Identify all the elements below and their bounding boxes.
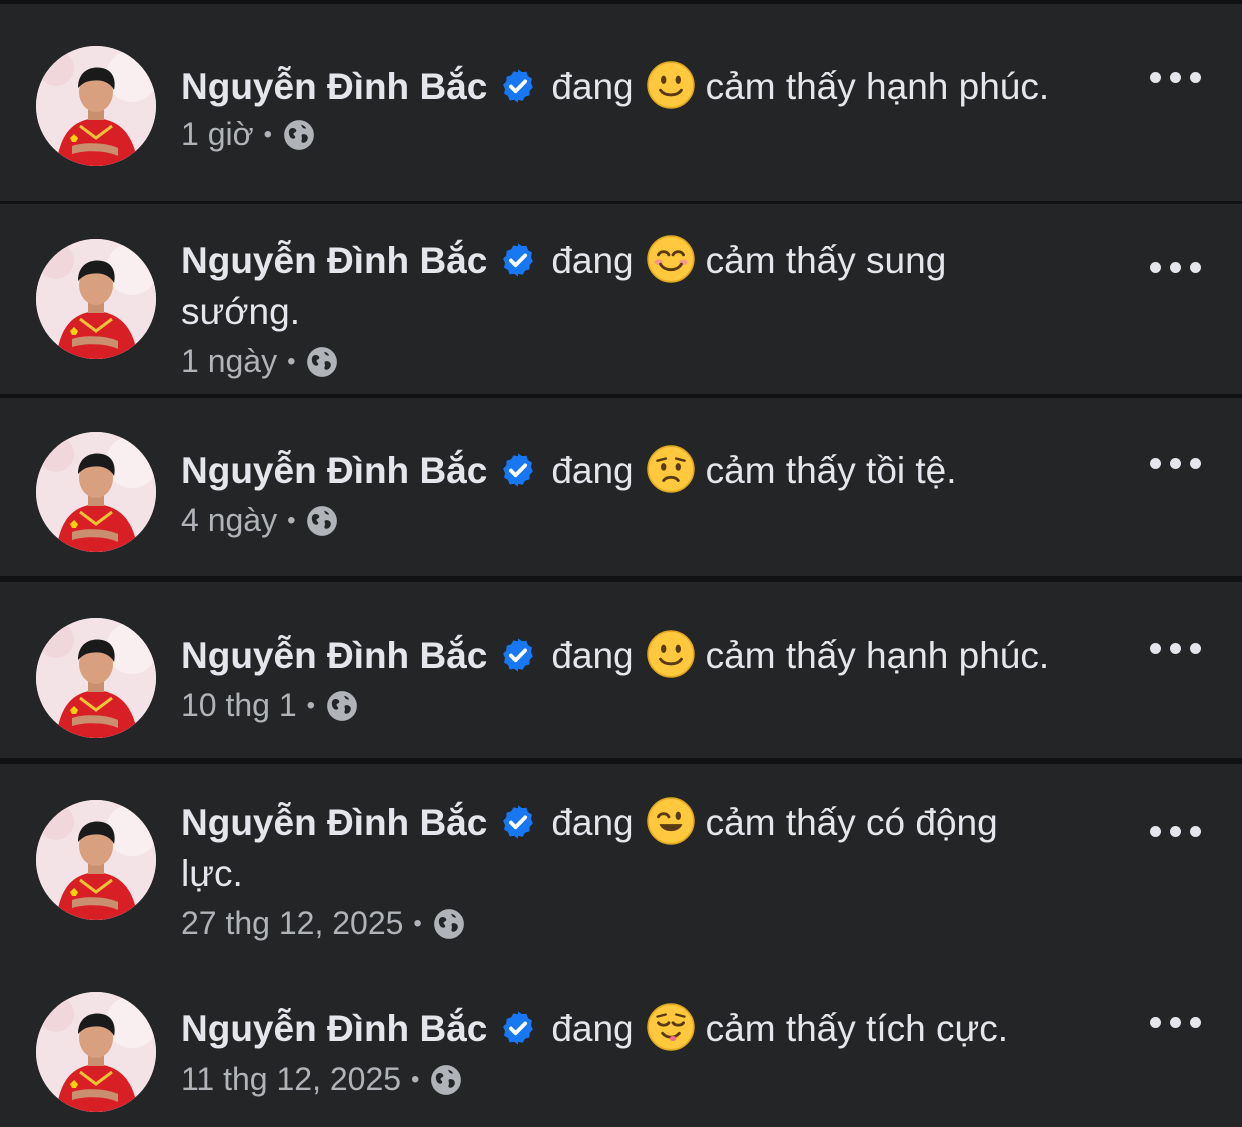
feeling-text-continued[interactable]: lực. (181, 853, 243, 894)
verified-badge-icon (499, 451, 537, 489)
verified-badge-icon (499, 636, 537, 674)
meta-separator: • (287, 507, 296, 534)
relieved-face-icon (646, 1002, 696, 1052)
globe-icon (305, 345, 339, 379)
post-card: Nguyễn Đình Bắc đang cảm thấy có động lực.… (0, 764, 1242, 1127)
author-name[interactable]: Nguyễn Đình Bắc (181, 1008, 487, 1049)
post-timestamp[interactable]: 1 giờ (181, 116, 254, 152)
post-meta: 11 thg 12, 2025 • (181, 1059, 463, 1100)
post-meta: 27 thg 12, 2025 • (181, 903, 466, 944)
winking-smiling-face-icon (646, 796, 696, 846)
author-name[interactable]: Nguyễn Đình Bắc (181, 240, 487, 281)
author-name[interactable]: Nguyễn Đình Bắc (181, 66, 487, 107)
globe-icon (432, 907, 466, 941)
post-meta: 4 ngày • (181, 500, 339, 541)
verified-badge-icon (499, 1009, 537, 1047)
worried-face-icon (646, 444, 696, 494)
meta-separator: • (306, 692, 316, 719)
verified-badge-icon (499, 67, 537, 105)
meta-separator: • (413, 910, 422, 937)
feeling-text-continued[interactable]: sướng. (181, 291, 300, 332)
feeling-text[interactable]: cảm thấy hạnh phúc. (706, 635, 1050, 676)
post-card: Nguyễn Đình Bắc đang cảm thấy hạnh phúc. 1… (0, 4, 1242, 201)
more-options-icon[interactable] (1146, 1011, 1206, 1035)
feeling-verb: đang (551, 240, 634, 281)
feeling-text[interactable]: cảm thấy tồi tệ. (706, 450, 957, 491)
author-name[interactable]: Nguyễn Đình Bắc (181, 802, 487, 843)
post-meta: 1 ngày • (181, 341, 339, 382)
post-timestamp[interactable]: 4 ngày (181, 502, 277, 538)
post-body-peek (36, 190, 632, 201)
globe-icon (282, 118, 316, 152)
post-header-line-2: lực. (181, 848, 1121, 900)
more-options-icon[interactable] (1146, 820, 1206, 844)
slightly-smiling-face-icon (646, 629, 696, 679)
avatar[interactable] (36, 992, 156, 1112)
meta-separator: • (411, 1066, 420, 1093)
avatar[interactable] (36, 46, 156, 166)
avatar[interactable] (36, 800, 156, 920)
globe-icon (325, 689, 359, 723)
author-name[interactable]: Nguyễn Đình Bắc (181, 450, 487, 491)
more-options-icon[interactable] (1146, 452, 1206, 476)
feeling-text[interactable]: cảm thấy có động (706, 802, 998, 843)
feeling-verb: đang (551, 66, 634, 107)
post-header-line-1: Nguyễn Đình Bắc đang cảm thấy tích cực. (181, 1002, 1121, 1055)
post-timestamp[interactable]: 1 ngày (181, 343, 277, 379)
more-options-icon[interactable] (1146, 637, 1206, 661)
feeling-verb: đang (551, 450, 634, 491)
meta-separator: • (263, 121, 272, 148)
more-options-icon[interactable] (1146, 256, 1206, 280)
avatar[interactable] (36, 239, 156, 359)
post-meta: 1 giờ • (181, 114, 316, 155)
feeling-verb: đang (551, 1008, 634, 1049)
post-meta: 10 thg 1 • (181, 685, 359, 726)
post-timestamp[interactable]: 11 thg 12, 2025 (181, 1061, 401, 1097)
feeling-verb: đang (551, 635, 634, 676)
avatar[interactable] (36, 432, 156, 552)
meta-separator: • (287, 348, 296, 375)
post-header-line-1: Nguyễn Đình Bắc đang cảm thấy tồi tệ. (181, 444, 1121, 497)
post-header-line-1: Nguyễn Đình Bắc đang cảm thấy sung (181, 234, 1121, 287)
post-card: Nguyễn Đình Bắc đang cảm thấy hạnh phúc. 1… (0, 582, 1242, 758)
feeling-verb: đang (551, 802, 634, 843)
verified-badge-icon (499, 803, 537, 841)
globe-icon (305, 504, 339, 538)
post-card: Nguyễn Đình Bắc đang cảm thấy sung sướng. … (0, 204, 1242, 394)
post-header-line-1: Nguyễn Đình Bắc đang cảm thấy hạnh phúc. (181, 629, 1121, 682)
post-header-line-1: Nguyễn Đình Bắc đang cảm thấy có động (181, 796, 1121, 849)
post-header-line-2: sướng. (181, 286, 1121, 338)
feeling-text[interactable]: cảm thấy hạnh phúc. (706, 66, 1050, 107)
feeling-text[interactable]: cảm thấy sung (706, 240, 947, 281)
post-header-line-1: Nguyễn Đình Bắc đang cảm thấy hạnh phúc. (181, 60, 1121, 113)
post-timestamp[interactable]: 27 thg 12, 2025 (181, 905, 403, 941)
post-timestamp[interactable]: 10 thg 1 (181, 687, 297, 723)
globe-icon (429, 1063, 463, 1097)
post-card: Nguyễn Đình Bắc đang cảm thấy tồi tệ. 4 ng… (0, 398, 1242, 576)
avatar[interactable] (36, 618, 156, 738)
more-options-icon[interactable] (1146, 66, 1206, 90)
verified-badge-icon (499, 241, 537, 279)
slightly-smiling-face-icon (646, 60, 696, 110)
feeling-text[interactable]: cảm thấy tích cực. (706, 1008, 1008, 1049)
smiling-face-with-smiling-eyes-icon (646, 234, 696, 284)
author-name[interactable]: Nguyễn Đình Bắc (181, 635, 487, 676)
